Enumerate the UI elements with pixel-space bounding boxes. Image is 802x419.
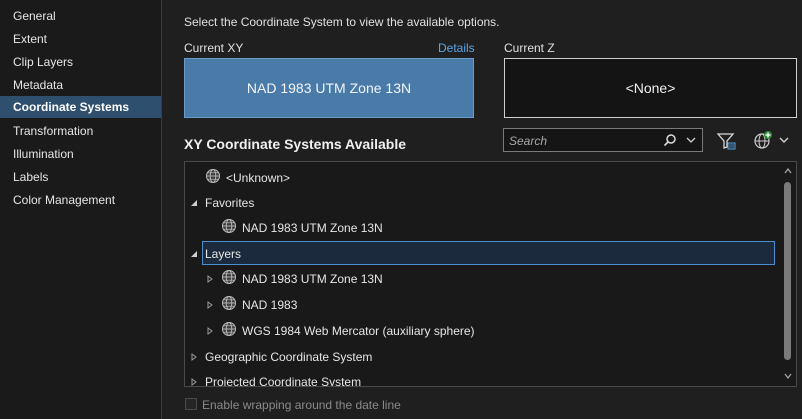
caret-expanded-icon[interactable] xyxy=(190,190,198,215)
coordinate-system-tree[interactable]: <Unknown> Favorites NAD 1983 UTM Zone 13… xyxy=(184,161,797,387)
tree-item-label: <Unknown> xyxy=(226,170,291,185)
coordinate-systems-panel: Select the Coordinate System to view the… xyxy=(162,0,802,419)
globe-icon xyxy=(221,295,237,314)
tree-scrollbar[interactable] xyxy=(780,163,795,385)
scroll-up-icon[interactable] xyxy=(783,167,792,175)
chevron-down-icon[interactable] xyxy=(684,132,698,148)
search-icon[interactable] xyxy=(662,132,678,148)
tree-item-favorites[interactable]: Favorites xyxy=(185,190,775,215)
tree-item-projected-coordinate-system[interactable]: Projected Coordinate System xyxy=(185,369,775,387)
tree-item-label: NAD 1983 UTM Zone 13N xyxy=(242,220,383,235)
sidebar-item-metadata[interactable]: Metadata xyxy=(0,74,161,96)
sidebar-item-color-management[interactable]: Color Management xyxy=(0,189,161,211)
globe-icon xyxy=(205,168,221,187)
current-xy-box[interactable]: NAD 1983 UTM Zone 13N xyxy=(184,58,474,118)
current-z-box[interactable]: <None> xyxy=(504,58,797,118)
sidebar-item-illumination[interactable]: Illumination xyxy=(0,143,161,165)
tree-item-layer-nad1983[interactable]: NAD 1983 xyxy=(185,292,775,317)
details-link[interactable]: Details xyxy=(438,41,475,55)
scrollbar-thumb[interactable] xyxy=(784,182,791,360)
tree-item-label: Geographic Coordinate System xyxy=(205,349,373,364)
current-xy-label: Current XY xyxy=(184,41,244,55)
caret-expanded-icon[interactable] xyxy=(190,241,198,266)
tree-item-geographic-coordinate-system[interactable]: Geographic Coordinate System xyxy=(185,344,775,369)
instruction-text: Select the Coordinate System to view the… xyxy=(184,15,500,29)
tree-item-layer-nad1983-utm13n[interactable]: NAD 1983 UTM Zone 13N xyxy=(185,266,775,291)
tree-item-favorite-nad1983-utm13n[interactable]: NAD 1983 UTM Zone 13N xyxy=(185,215,775,240)
globe-icon xyxy=(221,321,237,340)
caret-collapsed-icon[interactable] xyxy=(207,266,213,291)
caret-collapsed-icon[interactable] xyxy=(207,318,213,343)
sidebar-item-transformation[interactable]: Transformation xyxy=(0,120,161,142)
scroll-down-icon[interactable] xyxy=(783,372,792,380)
selection-highlight xyxy=(202,241,775,265)
tree-item-label: Projected Coordinate System xyxy=(205,374,362,387)
current-z-value: <None> xyxy=(625,80,676,96)
tree-item-label: WGS 1984 Web Mercator (auxiliary sphere) xyxy=(242,323,475,338)
sidebar-item-labels[interactable]: Labels xyxy=(0,166,161,188)
search-input[interactable] xyxy=(504,129,661,153)
current-xy-value: NAD 1983 UTM Zone 13N xyxy=(246,80,412,96)
wrap-dateline-label: Enable wrapping around the date line xyxy=(202,398,401,412)
section-title: XY Coordinate Systems Available xyxy=(184,136,407,152)
tree-item-unknown[interactable]: <Unknown> xyxy=(185,165,775,190)
caret-collapsed-icon[interactable] xyxy=(207,292,213,317)
chevron-down-icon[interactable] xyxy=(777,133,791,147)
sidebar: General Extent Clip Layers Metadata Coor… xyxy=(0,0,162,419)
sidebar-item-extent[interactable]: Extent xyxy=(0,28,161,50)
sidebar-item-coordinate-systems[interactable]: Coordinate Systems xyxy=(0,96,161,118)
tree-item-label: NAD 1983 xyxy=(242,297,298,312)
tree-item-label: Layers xyxy=(205,246,242,261)
current-z-label: Current Z xyxy=(504,41,555,55)
tree-item-label: Favorites xyxy=(205,195,255,210)
filter-icon[interactable] xyxy=(715,130,737,152)
sidebar-item-clip-layers[interactable]: Clip Layers xyxy=(0,51,161,73)
tree-item-label: NAD 1983 UTM Zone 13N xyxy=(242,271,383,286)
globe-icon xyxy=(221,218,237,237)
wrap-dateline-checkbox[interactable] xyxy=(185,398,197,410)
search-box xyxy=(503,128,703,153)
caret-collapsed-icon[interactable] xyxy=(191,369,197,386)
tree-item-layer-wgs1984-web-mercator[interactable]: WGS 1984 Web Mercator (auxiliary sphere) xyxy=(185,318,775,343)
caret-collapsed-icon[interactable] xyxy=(191,344,197,369)
sidebar-item-general[interactable]: General xyxy=(0,5,161,27)
globe-icon xyxy=(221,269,237,288)
add-coordinate-system-icon[interactable] xyxy=(752,129,774,151)
tree-item-layers[interactable]: Layers xyxy=(185,241,775,266)
